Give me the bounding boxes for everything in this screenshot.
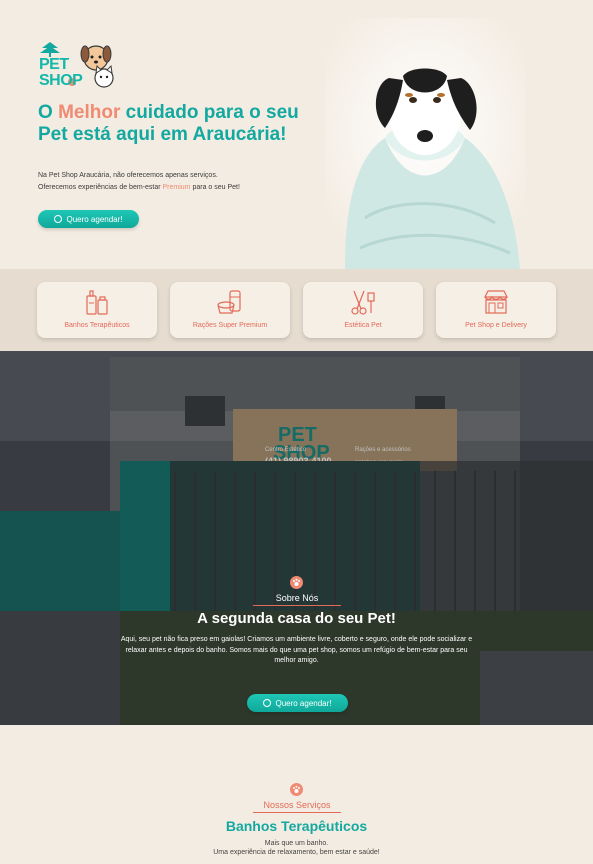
hero-paragraph-1: Na Pet Shop Araucária, não oferecemos ap…: [38, 172, 218, 179]
logo-text-pet: PET: [39, 56, 69, 73]
paw-badge-icon: [290, 783, 303, 796]
storefront-icon: [484, 290, 508, 314]
about-text: Aqui, seu pet não fica preso em gaiolas!…: [120, 636, 473, 664]
services-section-label: Nossos Serviços: [263, 800, 331, 810]
p2-highlight: Premium: [162, 184, 191, 191]
whatsapp-icon: [54, 215, 63, 223]
logo-text-shop: SHOP: [39, 72, 83, 89]
about-section: PET SHOP Centro Estético Rações e acessó…: [0, 351, 593, 725]
paw-badge-icon: [290, 576, 303, 589]
feature-label: Pet Shop e Delivery: [465, 322, 527, 329]
feature-card-petshop-delivery[interactable]: Pet Shop e Delivery: [436, 282, 556, 338]
about-cta-label: Quero agendar!: [275, 698, 332, 708]
services-title: Banhos Terapêuticos: [225, 818, 368, 834]
hero-paragraph-2: Oferecemos experiências de bem-estar Pre…: [38, 184, 240, 191]
hero-section: PET SHOP O Melhor cuidado para o seu Pet…: [0, 0, 593, 269]
services-label-underline: [253, 812, 341, 813]
storefront-photo: PET SHOP Centro Estético Rações e acessó…: [0, 351, 593, 725]
hero-headline: O Melhor cuidado para o seu Pet está aqu…: [38, 102, 328, 146]
services-section: Nossos Serviços Banhos Terapêuticos Mais…: [0, 725, 593, 864]
about-title: A segunda casa do seu Pet!: [197, 610, 396, 627]
shampoo-bottles-icon: [86, 290, 108, 315]
headline-pre: O: [38, 102, 59, 123]
about-schedule-button[interactable]: Quero agendar!: [247, 694, 348, 712]
about-label-underline: [253, 605, 341, 606]
feature-card-banhos[interactable]: Banhos Terapêuticos: [37, 282, 157, 338]
feature-card-estetica[interactable]: Estética Pet: [303, 282, 423, 338]
dog-in-towel-photo: [325, 18, 525, 269]
services-desc-1: Mais que um banho.: [264, 840, 329, 847]
scissors-brush-icon: [351, 290, 375, 315]
about-section-label: Sobre Nós: [275, 593, 319, 603]
whatsapp-icon: [263, 699, 272, 707]
hero-schedule-button[interactable]: Quero agendar!: [38, 210, 139, 228]
p2-post: para o seu Pet!: [190, 184, 240, 191]
pet-shop-logo[interactable]: PET SHOP: [38, 40, 114, 92]
hero-cta-label: Quero agendar!: [66, 214, 123, 224]
headline-highlight: Melhor: [58, 102, 121, 123]
pet-food-bowl-icon: [217, 290, 241, 314]
feature-label: Rações Super Premium: [192, 322, 268, 329]
p2-pre: Oferecemos experiências de bem-estar: [38, 184, 163, 191]
feature-label: Estética Pet: [344, 322, 382, 329]
feature-card-racoes[interactable]: Rações Super Premium: [170, 282, 290, 338]
services-desc-2: Uma experiência de relaxamento, bem esta…: [213, 849, 380, 856]
features-strip: Banhos Terapêuticos Rações Super Premium…: [0, 269, 593, 351]
feature-label: Banhos Terapêuticos: [64, 322, 130, 329]
